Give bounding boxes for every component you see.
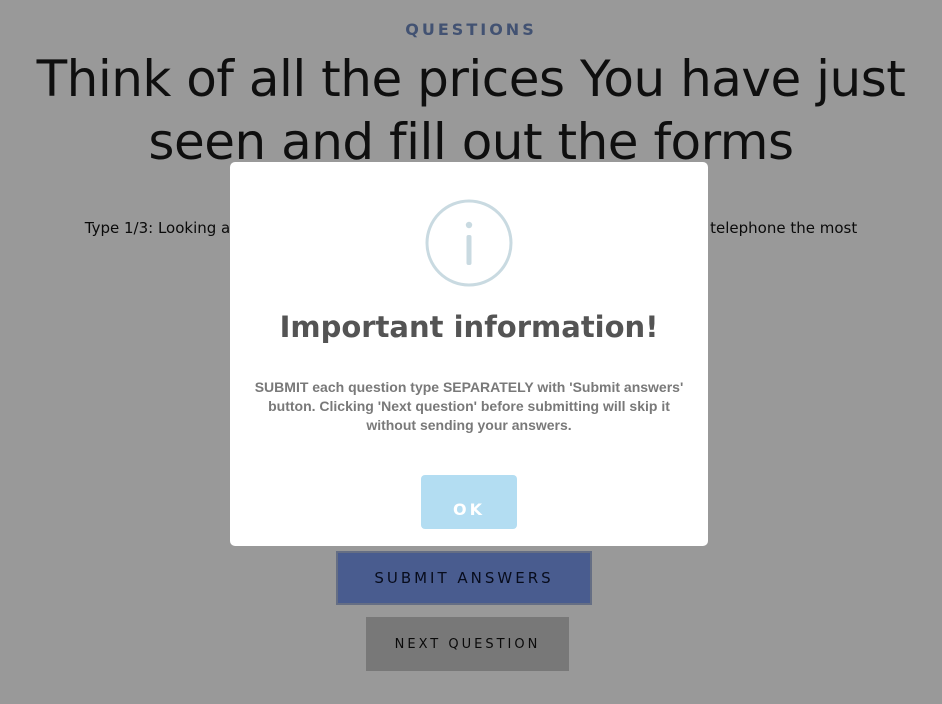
questions-page: QUESTIONS Think of all the prices You ha…	[0, 0, 942, 704]
info-icon	[425, 199, 513, 287]
ok-button[interactable]: OK	[421, 475, 517, 529]
info-modal: Important information! SUBMIT each quest…	[230, 162, 708, 546]
modal-message: SUBMIT each question type SEPARATELY wit…	[254, 379, 684, 433]
modal-title: Important information!	[279, 310, 659, 344]
